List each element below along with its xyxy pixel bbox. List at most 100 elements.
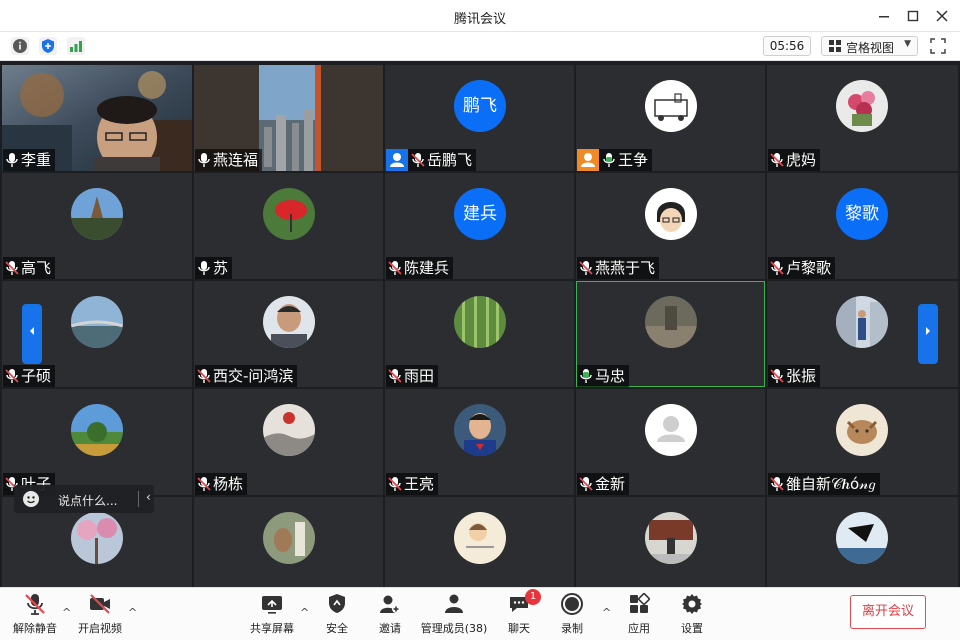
share-screen-button[interactable]: 共享屏幕	[248, 592, 296, 638]
participant-name-tag: 雨田	[386, 365, 439, 387]
camera-off-icon	[88, 592, 112, 616]
share-screen-label: 共享屏幕	[250, 622, 294, 635]
participant-tile[interactable]: 西交-问鸿滨	[194, 281, 383, 387]
record-icon	[560, 592, 584, 616]
participant-name-tag: 王亮	[386, 473, 439, 495]
avatar	[836, 404, 888, 456]
participant-name: 雨田	[404, 367, 435, 385]
apps-label: 应用	[628, 622, 650, 635]
microphone-on-icon	[197, 152, 211, 168]
share-options-chevron-icon[interactable]: ^	[300, 606, 309, 619]
chat-placeholder: 说点什么...	[58, 494, 118, 508]
close-button[interactable]	[932, 6, 952, 26]
shield-icon[interactable]	[39, 37, 57, 55]
participant-name-tag: 雒自新𝒞𝒉ó𝓃𝑔	[768, 473, 880, 495]
next-page-button[interactable]	[918, 304, 938, 364]
participant-tile[interactable]: 高飞	[2, 173, 192, 279]
participant-name-tag: 燕燕于飞	[577, 257, 660, 279]
unmute-label: 解除静音	[13, 622, 57, 635]
grid-view-icon	[829, 40, 841, 52]
participant-tile[interactable]: 鹏飞 岳鹏飞	[385, 65, 574, 171]
participant-name-tag: 高飞	[3, 257, 56, 279]
participant-tile[interactable]: 虎妈	[767, 65, 958, 171]
chat-button[interactable]: 1 聊天	[504, 589, 541, 638]
chevron-left-icon	[30, 327, 34, 335]
avatar	[454, 296, 506, 348]
participant-tile[interactable]	[576, 497, 765, 587]
participant-name-tag: 虎妈	[768, 149, 821, 171]
microphone-muted-icon	[388, 260, 402, 276]
participant-tile[interactable]: 黎歌 卢黎歌	[767, 173, 958, 279]
divider	[138, 491, 139, 507]
microphone-muted-icon	[770, 476, 784, 492]
participant-tile[interactable]: 燕燕于飞	[576, 173, 765, 279]
avatar	[645, 80, 697, 132]
avatar: 黎歌	[836, 188, 888, 240]
participant-tile[interactable]: 苏	[194, 173, 383, 279]
microphone-on-icon	[5, 152, 19, 168]
participant-tile[interactable]: 雒自新𝒞𝒉ó𝓃𝑔	[767, 389, 958, 495]
participant-tile[interactable]: 燕连福	[194, 65, 383, 171]
audio-options-chevron-icon[interactable]: ^	[62, 606, 71, 619]
previous-page-button[interactable]	[22, 304, 42, 364]
info-icon[interactable]	[11, 37, 29, 55]
security-button[interactable]: 安全	[322, 592, 352, 638]
participant-tile[interactable]	[194, 497, 383, 587]
fullscreen-button[interactable]	[930, 38, 946, 54]
avatar	[836, 80, 888, 132]
microphone-on-icon	[197, 260, 211, 276]
video-options-chevron-icon[interactable]: ^	[128, 606, 137, 619]
participant-tile[interactable]: 叶子	[2, 389, 192, 495]
participant-tile[interactable]: 建兵 陈建兵	[385, 173, 574, 279]
chat-quick-input[interactable]: 说点什么... ‹	[14, 485, 154, 513]
start-video-label: 开启视频	[78, 622, 122, 635]
invite-button[interactable]: 邀请	[375, 592, 405, 638]
microphone-muted-icon	[770, 260, 784, 276]
leave-meeting-button[interactable]: 离开会议	[850, 595, 926, 629]
view-mode-dropdown[interactable]: 宫格视图 ▼	[821, 36, 918, 56]
minimize-button[interactable]	[874, 6, 894, 26]
participant-name: 马忠	[595, 367, 626, 385]
participant-tile[interactable]: 雨田	[385, 281, 574, 387]
participant-tile[interactable]: 李重	[2, 65, 192, 171]
title-bar: 腾讯会议	[0, 0, 960, 32]
participant-tile[interactable]: 王亮	[385, 389, 574, 495]
participant-name-tag: 陈建兵	[386, 257, 454, 279]
chevron-right-icon	[926, 327, 930, 335]
manage-members-label: 管理成员(38)	[420, 622, 488, 635]
microphone-muted-icon	[579, 476, 593, 492]
participant-tile[interactable]	[767, 497, 958, 587]
avatar	[71, 512, 123, 564]
collapse-chat-button[interactable]: ‹	[146, 490, 151, 504]
microphone-muted-icon	[23, 592, 47, 616]
participant-name: 苏	[213, 259, 229, 277]
maximize-button[interactable]	[903, 6, 923, 26]
manage-members-button[interactable]: 管理成员(38)	[420, 592, 488, 638]
participant-name-tag: 杨栋	[195, 473, 248, 495]
avatar	[71, 296, 123, 348]
participant-tile-active-speaker[interactable]: 马忠	[576, 281, 765, 387]
participant-name-tag: 马忠	[577, 365, 630, 387]
microphone-muted-icon	[388, 476, 402, 492]
share-screen-icon	[260, 592, 284, 616]
participant-name: 李重	[21, 151, 52, 169]
participant-tile[interactable]	[385, 497, 574, 587]
apps-button[interactable]: 应用	[624, 592, 654, 638]
avatar	[645, 188, 697, 240]
record-button[interactable]: 录制	[557, 592, 587, 638]
avatar	[71, 404, 123, 456]
participant-name: 卢黎歌	[786, 259, 832, 277]
unmute-button[interactable]: 解除静音	[12, 592, 58, 638]
network-signal-icon[interactable]	[67, 37, 85, 55]
participant-name: 燕连福	[213, 151, 259, 169]
emoji-icon[interactable]	[23, 491, 39, 507]
start-video-button[interactable]: 开启视频	[76, 592, 124, 638]
participant-tile[interactable]: 金新	[576, 389, 765, 495]
settings-button[interactable]: 设置	[677, 592, 707, 638]
participant-tile[interactable]: 杨栋	[194, 389, 383, 495]
shield-icon	[325, 592, 349, 616]
participant-tile[interactable]: 王争	[576, 65, 765, 171]
microphone-active-icon	[579, 368, 593, 384]
record-options-chevron-icon[interactable]: ^	[602, 606, 611, 619]
participant-name: 王亮	[404, 475, 435, 493]
